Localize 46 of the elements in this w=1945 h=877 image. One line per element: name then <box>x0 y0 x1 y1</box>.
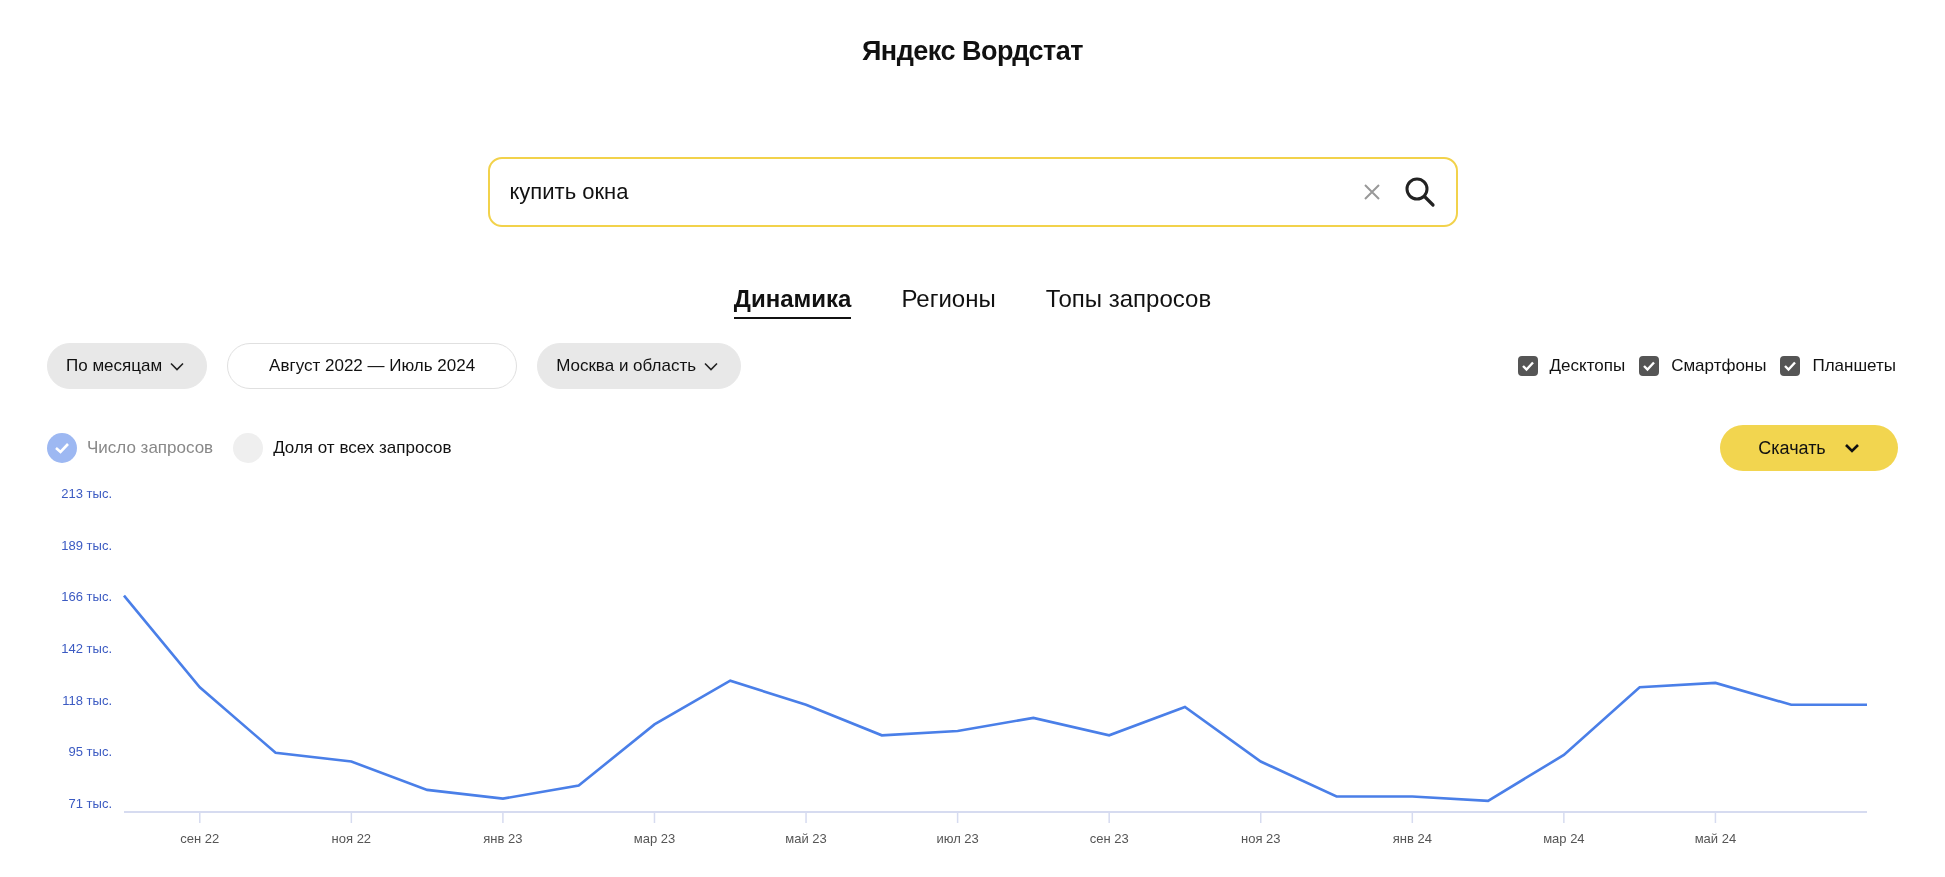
x-axis-label: мар 23 <box>633 831 676 846</box>
search-input[interactable]: купить окна <box>507 178 1340 206</box>
radio-label: Число запросов <box>87 438 214 458</box>
radio-button[interactable] <box>47 433 77 463</box>
search-icon[interactable] <box>1403 176 1436 208</box>
caret-icon <box>170 361 185 371</box>
close-icon[interactable] <box>1361 182 1382 202</box>
download-button[interactable]: Скачать <box>1720 425 1898 471</box>
caret-icon <box>704 361 719 371</box>
x-axis-label: сен 22 <box>180 831 220 846</box>
checkbox-label: Смартфоны <box>1671 356 1767 376</box>
tab[interactable]: Регионы <box>901 285 996 319</box>
x-axis-label: мар 24 <box>1543 831 1585 846</box>
check-icon <box>1783 360 1798 372</box>
x-axis-label: янв 23 <box>483 831 523 846</box>
x-axis-label: ноя 22 <box>331 831 372 846</box>
tab[interactable]: Динамика <box>733 285 852 319</box>
check-icon <box>1642 360 1657 372</box>
y-axis-label: 95 тыс. <box>68 743 112 759</box>
check-icon <box>54 441 70 455</box>
search-field[interactable]: купить окна <box>487 157 1458 227</box>
dropdown-button[interactable]: Москва и область <box>537 343 742 389</box>
y-axis-label: 142 тыс. <box>61 641 112 656</box>
radio-label: Доля от всех запросов <box>273 438 452 458</box>
date-range-button[interactable]: Август 2022 — Июль 2024 <box>227 343 518 389</box>
x-axis-label: май 23 <box>785 831 827 846</box>
x-axis-label: май 24 <box>1694 831 1737 846</box>
checkbox[interactable] <box>1780 356 1801 376</box>
caret-icon <box>1843 443 1860 453</box>
y-axis-label: 213 тыс. <box>61 486 112 501</box>
x-axis-label: янв 24 <box>1392 831 1432 846</box>
y-axis-label: 118 тыс. <box>62 693 112 709</box>
x-axis-label: ноя 23 <box>1240 831 1281 846</box>
x-axis-label: сен 23 <box>1089 831 1129 846</box>
dropdown-button[interactable]: По месяцам <box>47 343 208 389</box>
y-axis-label: 189 тыс. <box>61 538 112 554</box>
y-axis-label: 71 тыс. <box>68 796 112 811</box>
y-axis-label: 166 тыс. <box>61 588 112 604</box>
checkbox[interactable] <box>1639 356 1660 376</box>
check-icon <box>1520 360 1535 372</box>
checkbox[interactable] <box>1517 356 1538 376</box>
site-title: Яндекс Вордстат <box>861 36 1084 67</box>
checkbox-label: Планшеты <box>1812 356 1896 376</box>
tab[interactable]: Топы запросов <box>1045 285 1212 319</box>
x-axis-label: июл 23 <box>936 831 979 846</box>
checkbox-label: Десктопы <box>1549 356 1626 376</box>
